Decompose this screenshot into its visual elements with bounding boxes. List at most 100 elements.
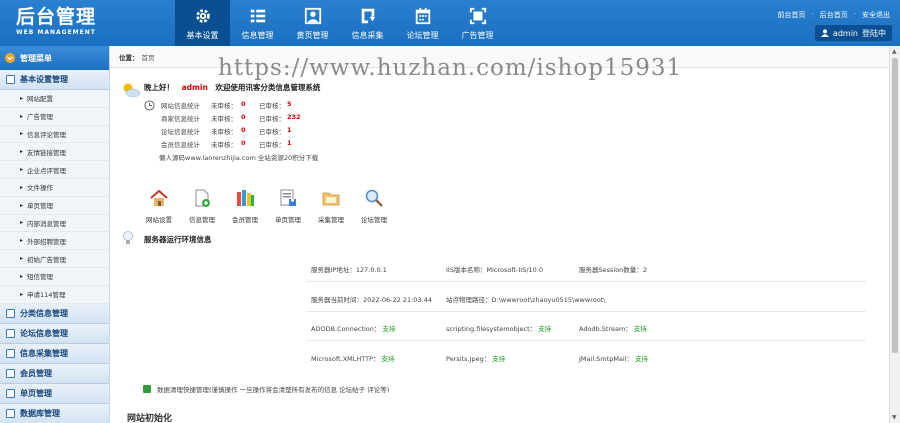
sidebar-category-label: 基本设置管理 bbox=[20, 75, 68, 84]
server-support-value: 支持 bbox=[492, 355, 506, 363]
stat-row: 论坛信息统计 未审核： 0 已审核： 1 bbox=[161, 126, 292, 136]
stat-row: 商家信息统计 未审核： 0 已审核： 232 bbox=[161, 113, 301, 123]
data-clean-section: 数据清理快捷管理(谨慎操作 一旦操作将会清楚所有发布的信息 论坛帖子 评论等) bbox=[143, 384, 389, 394]
portrait-icon bbox=[304, 7, 321, 25]
logo: 后台管理 WEB MANAGEMENT bbox=[16, 6, 96, 36]
server-support-value: 支持 bbox=[633, 325, 647, 333]
server-info-item: Persits.Jpeg： 支持 bbox=[446, 353, 505, 363]
stat-pending-label: 未审核： bbox=[211, 115, 237, 123]
stat-approved-label: 已审核： bbox=[259, 102, 285, 110]
category-icon bbox=[6, 408, 15, 418]
nav-info-collect[interactable]: 信息采集 bbox=[340, 0, 395, 46]
link-logout[interactable]: 安全退出 bbox=[862, 10, 890, 20]
scroll-up-icon[interactable]: ▲ bbox=[892, 48, 897, 55]
category-icon bbox=[6, 75, 15, 84]
sidebar-item[interactable]: 信息评论管理 bbox=[0, 126, 109, 144]
nav-label: 信息采集 bbox=[351, 31, 384, 40]
quick-link[interactable]: 单页管理 bbox=[266, 184, 310, 224]
sidebar-item[interactable]: 内部消息管理 bbox=[0, 215, 109, 233]
quick-link-label: 网站设置 bbox=[146, 216, 172, 224]
user-name: admin bbox=[832, 28, 858, 38]
sidebar-category-label: 单页管理 bbox=[20, 388, 52, 398]
nav-label: 信息管理 bbox=[241, 31, 274, 40]
server-info-key: IIS版本名称： bbox=[446, 266, 487, 274]
sidebar-item[interactable]: 广告管理 bbox=[0, 108, 109, 126]
link-separator: · bbox=[811, 10, 814, 18]
server-info-key: 服务器当前时间： bbox=[311, 296, 363, 304]
sidebar-item[interactable]: 初始广告管理 bbox=[0, 250, 109, 268]
sidebar-category-label: 信息采集管理 bbox=[20, 348, 68, 358]
nav-info-manage[interactable]: 信息管理 bbox=[230, 0, 285, 46]
category-icon bbox=[6, 328, 15, 338]
server-info-item: ADODB.Connection： 支持 bbox=[311, 323, 395, 333]
sidebar-item[interactable]: 企业点评管理 bbox=[0, 161, 109, 179]
vertical-scrollbar[interactable]: ▲ ▼ bbox=[889, 46, 900, 423]
server-info-item: scripting.filesystemobject： 支持 bbox=[446, 323, 551, 333]
stat-approved-value: 232 bbox=[287, 113, 301, 121]
books-icon bbox=[235, 188, 255, 210]
sidebar-category-basic[interactable]: 基本设置管理 bbox=[0, 70, 109, 90]
sidebar-category[interactable]: 信息采集管理 bbox=[0, 343, 109, 364]
sidebar-item[interactable]: 短信管理 bbox=[0, 268, 109, 286]
sidebar-category[interactable]: 论坛信息管理 bbox=[0, 323, 109, 344]
sidebar-category[interactable]: 单页管理 bbox=[0, 383, 109, 404]
chevron-down-icon bbox=[5, 53, 15, 63]
sidebar-item[interactable]: 友情链接管理 bbox=[0, 143, 109, 162]
quick-link-label: 单页管理 bbox=[275, 216, 301, 224]
sidebar-items: 网站配置广告管理信息评论管理友情链接管理企业点评管理文件操作单页管理内部消息管理… bbox=[0, 90, 109, 304]
sidebar-item[interactable]: 网站配置 bbox=[0, 90, 109, 108]
category-icon bbox=[6, 368, 15, 378]
server-info-key: Adodb.Stream： bbox=[579, 325, 632, 333]
scroll-down-icon[interactable]: ▼ bbox=[892, 414, 897, 421]
breadcrumb-home[interactable]: 首页 bbox=[142, 52, 155, 62]
nav-forum-manage[interactable]: 论坛管理 bbox=[395, 0, 450, 46]
server-info-item: JMail.SmtpMail： 支持 bbox=[579, 353, 648, 363]
scroll-thumb[interactable] bbox=[892, 58, 898, 353]
quick-link[interactable]: 论坛管理 bbox=[352, 184, 396, 224]
stat-approved-value: 1 bbox=[287, 139, 292, 147]
server-support-value: 支持 bbox=[382, 325, 396, 333]
category-icon bbox=[6, 308, 15, 318]
greeting-user: admin bbox=[181, 83, 208, 92]
list-icon bbox=[250, 9, 265, 23]
stat-row: 网站信息统计 未审核： 0 已审核： 5 bbox=[161, 100, 292, 110]
stat-approved-value: 5 bbox=[287, 100, 292, 108]
credit-text: 懒人源码www.lanrenzhijia.com 全站资源20积分下载 bbox=[159, 154, 319, 162]
stat-pending-label: 未审核： bbox=[211, 128, 237, 136]
greeting: 晚上好！ admin 欢迎使用讯客分类信息管理系统 bbox=[144, 82, 320, 93]
quick-link-label: 论坛管理 bbox=[361, 216, 387, 224]
server-info-item: Adodb.Stream： 支持 bbox=[579, 323, 647, 333]
top-links: 前台首页 · 后台首页 · 安全退出 bbox=[778, 10, 890, 20]
sidebar-item[interactable]: 文件操作 bbox=[0, 179, 109, 197]
breadcrumb-label: 位置： bbox=[119, 53, 139, 62]
magnifier-icon bbox=[364, 188, 384, 210]
sidebar-item[interactable]: 申请114管理 bbox=[0, 286, 109, 304]
sidebar-category[interactable]: 数据库管理 bbox=[0, 403, 109, 423]
stat-pending-label: 未审核： bbox=[211, 141, 237, 149]
quick-link[interactable]: 信息管理 bbox=[180, 184, 224, 224]
quick-link[interactable]: 会员管理 bbox=[223, 184, 267, 224]
stat-label: 商家信息统计 bbox=[161, 115, 200, 123]
nav-basic-settings[interactable]: 基本设置 bbox=[175, 0, 230, 46]
sidebar-item[interactable]: 单页管理 bbox=[0, 197, 109, 215]
user-box: admin 登陆中 bbox=[814, 25, 892, 41]
check-icon bbox=[143, 385, 151, 393]
sidebar-item[interactable]: 外部招聘管理 bbox=[0, 232, 109, 251]
download-icon bbox=[361, 8, 375, 24]
quick-link[interactable]: 网站设置 bbox=[137, 184, 181, 224]
nav-ad-manage[interactable]: 广告管理 bbox=[450, 0, 505, 46]
nav-yellowpage-manage[interactable]: 黄页管理 bbox=[285, 0, 340, 46]
link-admin-home[interactable]: 后台首页 bbox=[820, 10, 848, 20]
category-icon bbox=[6, 348, 15, 358]
data-clean-text: 数据清理快捷管理(谨慎操作 一旦操作将会清楚所有发布的信息 论坛帖子 评论等) bbox=[157, 386, 390, 394]
sidebar-category[interactable]: 会员管理 bbox=[0, 363, 109, 384]
site-init-title: 网站初始化 bbox=[127, 414, 173, 423]
server-info-key: scripting.filesystemobject： bbox=[446, 325, 537, 333]
link-front-home[interactable]: 前台首页 bbox=[778, 10, 806, 20]
server-info-value: 2022-06-22 21:03:44 bbox=[363, 296, 433, 304]
stat-approved-label: 已审核： bbox=[259, 141, 285, 149]
quick-link[interactable]: 采集管理 bbox=[309, 184, 353, 224]
server-support-value: 支持 bbox=[381, 355, 395, 363]
sidebar-category[interactable]: 分类信息管理 bbox=[0, 303, 109, 324]
server-info-value: D:\wwwroot\zhaoyu0515\wwwroot\ bbox=[491, 296, 606, 304]
